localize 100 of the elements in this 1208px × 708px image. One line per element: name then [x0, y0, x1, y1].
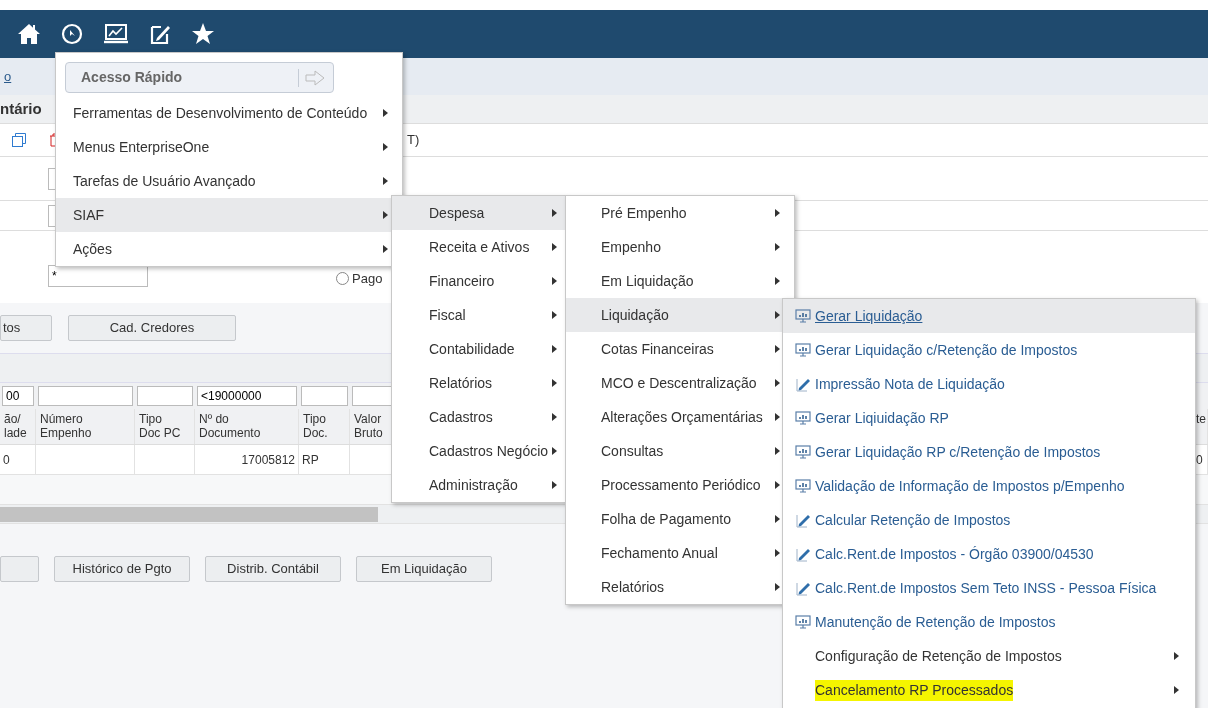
caret-icon	[775, 481, 780, 489]
caret-icon	[383, 177, 388, 185]
edit-icon[interactable]	[149, 23, 171, 45]
caret-icon	[775, 515, 780, 523]
menu-item[interactable]: Validação de Informação de Impostos p/Empenho	[783, 469, 1195, 503]
menu-item-label: Gerar Liquidação c/Retenção de Impostos	[815, 340, 1078, 360]
action-button[interactable]: Cad. Credores	[68, 315, 236, 341]
table-cell: 0	[0, 445, 36, 474]
menu-item-label: Validação de Informação de Impostos p/Empenho	[815, 476, 1125, 496]
caret-icon	[383, 109, 388, 117]
caret-icon	[775, 277, 780, 285]
menu-item[interactable]: Receita e Ativos	[392, 230, 565, 264]
menu-item[interactable]: Pré Empenho	[566, 196, 794, 230]
menu-item[interactable]: Cadastros Negócio	[392, 434, 565, 468]
menu-item-label: Calc.Rent.de Impostos - Órgão 03900/04530	[815, 544, 1094, 564]
quick-access-field[interactable]: Acesso Rápido	[65, 62, 334, 93]
column-filter-field[interactable]	[137, 386, 193, 406]
caret-icon	[552, 243, 557, 251]
menu-item[interactable]: Configuração de Retenção de Impostos	[783, 639, 1195, 673]
monitor-chart-icon[interactable]	[103, 23, 129, 45]
menu-item[interactable]: Empenho	[566, 230, 794, 264]
menu-item[interactable]: Financeiro	[392, 264, 565, 298]
star-icon[interactable]	[191, 23, 215, 45]
column-filter-field[interactable]: 00	[2, 386, 34, 406]
menu-item[interactable]: Menus EnterpriseOne	[56, 130, 402, 164]
column-filter-field[interactable]	[38, 386, 133, 406]
radio-button[interactable]	[336, 272, 349, 286]
edit-icon	[795, 546, 811, 562]
menu-item[interactable]: Gerar Liquidação c/Retenção de Impostos	[783, 333, 1195, 367]
column-header[interactable]: Nº do Documento	[195, 409, 299, 444]
column-header[interactable]: ão/ lade	[0, 409, 36, 444]
menu-item[interactable]: Calc.Rent.de Impostos - Órgão 03900/04530	[783, 537, 1195, 571]
caret-icon	[775, 345, 780, 353]
monitor-chart-icon	[795, 614, 811, 630]
menu-item[interactable]: Relatórios	[392, 366, 565, 400]
menu-item-label: Manutenção de Retenção de Impostos	[815, 612, 1056, 632]
edit-icon	[795, 580, 811, 596]
caret-icon	[383, 245, 388, 253]
monitor-chart-icon	[795, 308, 811, 324]
action-button[interactable]: Histórico de Pgto	[54, 556, 190, 582]
menu-item[interactable]: Gerar Liqiuidação RP	[783, 401, 1195, 435]
toolbar-text: T)	[407, 131, 420, 150]
menu-item-label: Calcular Retenção de Impostos	[815, 510, 1011, 530]
monitor-chart-icon	[795, 444, 811, 460]
menu-item[interactable]: Manutenção de Retenção de Impostos	[783, 605, 1195, 639]
edit-icon	[795, 512, 811, 528]
column-filter-field[interactable]	[301, 386, 348, 406]
quick-access-input[interactable]: Acesso Rápido	[81, 67, 298, 88]
caret-icon	[552, 345, 557, 353]
column-header[interactable]: Tipo Doc.	[299, 409, 350, 444]
caret-icon	[775, 243, 780, 251]
menu-item[interactable]: Cadastros	[392, 400, 565, 434]
menu-item[interactable]: Em Liquidação	[566, 264, 794, 298]
menu-item[interactable]: Cancelamento RP Processados	[783, 673, 1195, 707]
menu-item[interactable]: Gerar Liquidação RP c/Retenção de Impostos	[783, 435, 1195, 469]
menu-item[interactable]: Administração	[392, 468, 565, 502]
clock-icon[interactable]	[61, 23, 83, 45]
caret-icon	[775, 413, 780, 421]
radio-label: Pago	[352, 270, 383, 288]
caret-icon	[383, 211, 388, 219]
action-button[interactable]: Em Liquidação	[356, 556, 492, 582]
caret-icon	[383, 143, 388, 151]
menu-item-label: Gerar Liquidação RP c/Retenção de Impostos	[815, 442, 1101, 462]
menu-item-label: Configuração de Retenção de Impostos	[815, 646, 1062, 666]
caret-icon	[552, 447, 557, 455]
menu-item[interactable]: Tarefas de Usuário Avançado	[56, 164, 402, 198]
action-button[interactable]: tos	[0, 315, 52, 341]
menu-item[interactable]: Contabilidade	[392, 332, 565, 366]
menu-item[interactable]: Calc.Rent.de Impostos Sem Teto INSS - Pessoa Física	[783, 571, 1195, 605]
menu-item-label: Gerar Liqiuidação RP	[815, 408, 949, 428]
monitor-chart-icon	[795, 410, 811, 426]
table-cell: 17005812	[195, 445, 299, 474]
menu-item[interactable]: Gerar Liquidação	[783, 299, 1195, 333]
caret-icon	[1174, 686, 1179, 694]
monitor-chart-icon	[795, 478, 811, 494]
menu-item-label: Impressão Nota de Liquidação	[815, 374, 1005, 394]
caret-icon	[775, 549, 780, 557]
menu-item-label: Gerar Liquidação	[815, 306, 923, 326]
caret-icon	[552, 413, 557, 421]
caret-icon	[552, 209, 557, 217]
menu-item[interactable]: Impressão Nota de Liquidação	[783, 367, 1195, 401]
home-icon[interactable]	[17, 23, 41, 45]
breadcrumb-link[interactable]: o	[4, 66, 12, 87]
scrollbar-thumb[interactable]	[0, 506, 378, 522]
menu-item[interactable]: Ferramentas de Desenvolvimento de Conteúdo	[56, 96, 402, 130]
column-header[interactable]: Tipo Doc PC	[135, 409, 195, 444]
caret-icon	[775, 583, 780, 591]
edit-icon	[795, 376, 811, 392]
caret-icon	[552, 379, 557, 387]
copy-icon[interactable]	[12, 133, 26, 147]
menu-item-label: Calc.Rent.de Impostos Sem Teto INSS - Pessoa Física	[815, 578, 1157, 598]
menu-item[interactable]: Fiscal	[392, 298, 565, 332]
column-header[interactable]: Número Empenho	[36, 409, 135, 444]
menu-item[interactable]: Despesa	[392, 196, 565, 230]
menu-item[interactable]: Calcular Retenção de Impostos	[783, 503, 1195, 537]
caret-icon	[775, 311, 780, 319]
action-button[interactable]: Distrib. Contábil	[205, 556, 341, 582]
column-filter-field[interactable]: <19000000	[197, 386, 297, 406]
monitor-chart-icon	[795, 342, 811, 358]
table-cell: RP	[299, 445, 350, 474]
